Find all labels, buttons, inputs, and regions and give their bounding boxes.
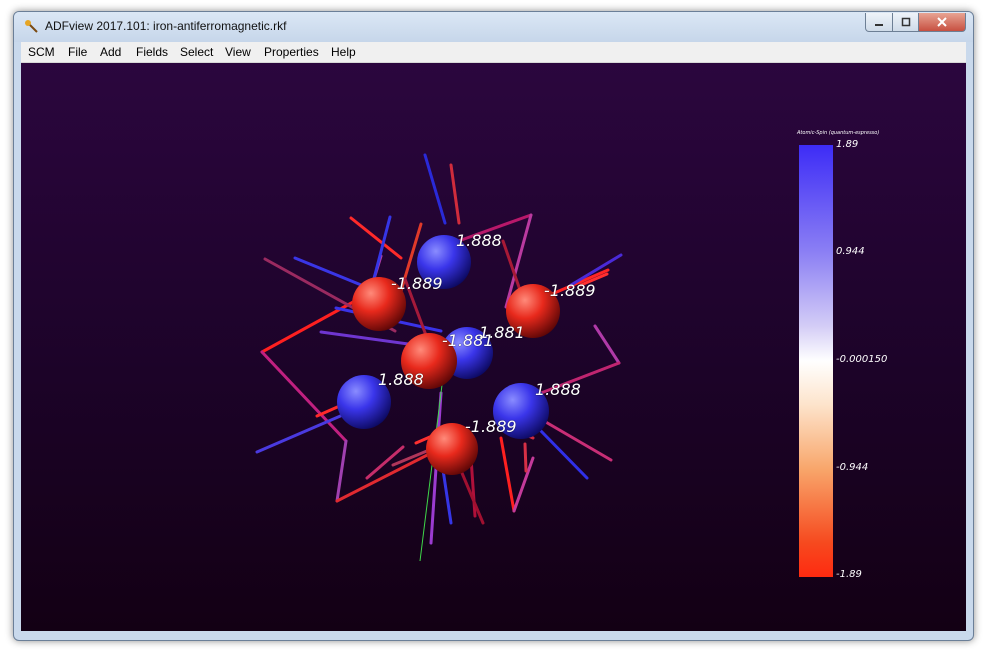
- atom-spin-label: -1.889: [465, 417, 517, 436]
- colorbar-max-label: 1.89: [836, 139, 859, 150]
- restore-icon: [901, 17, 910, 27]
- molecule-viewport[interactable]: 1.888 -1.889 -1.889 1.881 -1.881 1.888 1…: [21, 63, 966, 631]
- colorbar-min-label: -1.89: [836, 569, 862, 580]
- menu-help[interactable]: Help: [331, 45, 356, 59]
- colorbar-upper-label: 0.944: [836, 246, 865, 257]
- window-title: ADFview 2017.101: iron-antiferromagnetic…: [45, 19, 287, 33]
- menu-fields[interactable]: Fields: [136, 45, 168, 59]
- atom-spin-label: 1.888: [378, 370, 424, 389]
- menu-scm[interactable]: SCM: [28, 45, 55, 59]
- menu-bar: SCM File Add Fields Select View Properti…: [21, 42, 966, 63]
- atom-spin-label: 1.888: [535, 380, 581, 399]
- menu-file[interactable]: File: [68, 45, 87, 59]
- title-bar[interactable]: ADFview 2017.101: iron-antiferromagnetic…: [14, 12, 973, 42]
- atom-spin-label: -1.889: [544, 281, 596, 300]
- menu-select[interactable]: Select: [180, 45, 213, 59]
- minimize-icon: [875, 24, 883, 26]
- atom-spin-label: -1.889: [391, 274, 443, 293]
- menu-view[interactable]: View: [225, 45, 251, 59]
- close-button[interactable]: [918, 13, 966, 32]
- menu-add[interactable]: Add: [100, 45, 121, 59]
- maximize-button[interactable]: [892, 13, 919, 32]
- adfview-app-icon: [25, 20, 38, 33]
- colorbar-mid-label: -0.000150: [836, 354, 888, 365]
- atom-spin-label: -1.881: [442, 331, 494, 350]
- atoms: [337, 235, 560, 475]
- menu-properties[interactable]: Properties: [264, 45, 319, 59]
- colorbar-lower-label: -0.944: [836, 462, 869, 473]
- colorbar: [799, 145, 833, 577]
- atom-spin-label: 1.888: [456, 231, 502, 250]
- colorbar-title: Atomic-Spin (quantum-espresso): [797, 130, 880, 136]
- close-icon: [937, 17, 947, 27]
- minimize-button[interactable]: [865, 13, 893, 32]
- app-window: ADFview 2017.101: iron-antiferromagnetic…: [13, 11, 974, 641]
